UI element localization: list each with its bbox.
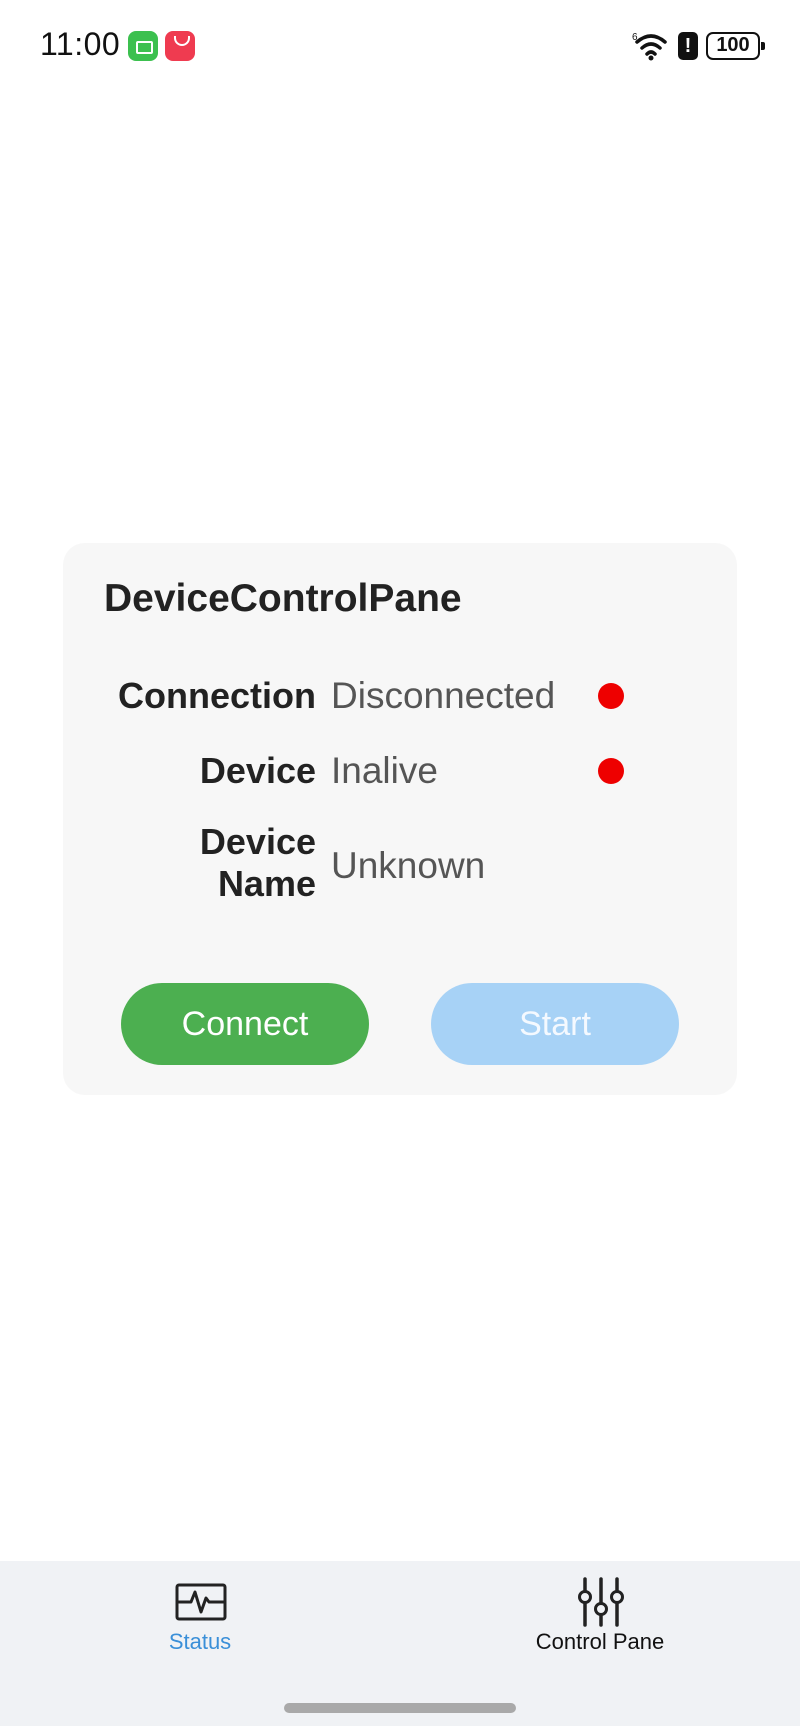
alert-icon: ! [678, 32, 698, 60]
bottom-navigation: Status Control Pane [0, 1561, 800, 1726]
connection-status-dot [598, 683, 624, 709]
pulse-monitor-icon [175, 1583, 227, 1621]
device-name-value: Unknown [331, 845, 486, 886]
connection-value: Disconnected [331, 675, 556, 716]
device-row: Device Inalive [63, 746, 737, 796]
device-control-card: DeviceControlPane Connection Disconnecte… [63, 543, 737, 1095]
device-name-label: Device Name [199, 821, 316, 904]
battery-level: 100 [716, 34, 750, 56]
status-time: 11:00 [40, 26, 121, 62]
app-screen: 11:00 6 ! 100 DeviceControlPane Connecti… [0, 0, 800, 1726]
battery-saver-icon [128, 31, 158, 61]
device-label: Device [199, 750, 316, 791]
card-title: DeviceControlPane [104, 577, 462, 620]
status-bar: 11:00 6 ! 100 [0, 0, 800, 92]
nav-tab-status[interactable]: Status [75, 1561, 325, 1681]
nav-label-control-pane: Control Pane [535, 1629, 665, 1654]
home-indicator[interactable] [284, 1703, 516, 1713]
nav-tab-control-pane[interactable]: Control Pane [475, 1561, 725, 1681]
battery-icon: 100 [706, 32, 765, 60]
connect-button[interactable]: Connect [121, 983, 369, 1065]
wifi-icon: 6 [632, 32, 667, 61]
connection-label: Connection [118, 675, 316, 716]
app-gallery-icon [165, 31, 195, 61]
device-value: Inalive [331, 750, 438, 791]
start-button[interactable]: Start [431, 983, 679, 1065]
connection-row: Connection Disconnected [63, 671, 737, 721]
device-status-dot [598, 758, 624, 784]
device-name-row: Device Name Unknown [63, 821, 737, 913]
sliders-icon [578, 1577, 624, 1627]
system-status-icons: 6 ! 100 [632, 28, 765, 64]
nav-label-status: Status [168, 1629, 232, 1654]
